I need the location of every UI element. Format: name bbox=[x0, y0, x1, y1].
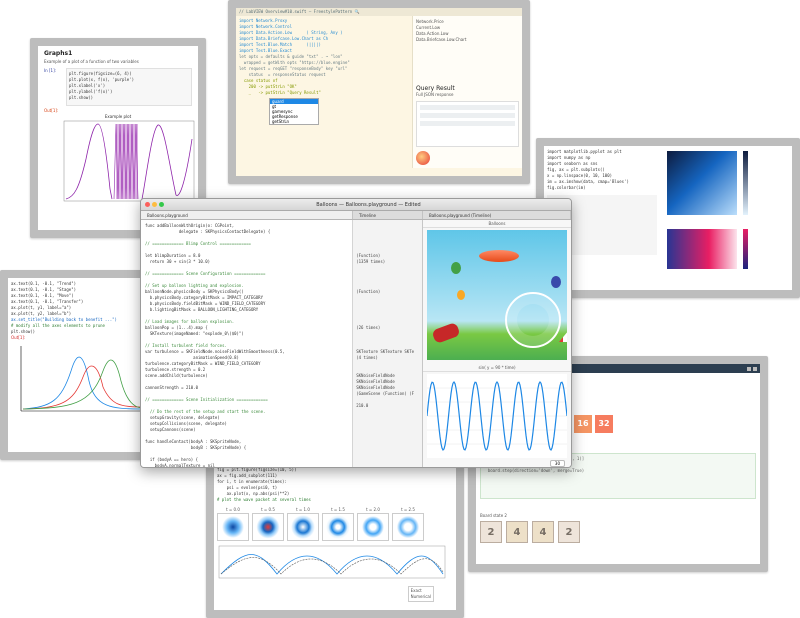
purple-plot bbox=[63, 120, 195, 202]
board-label: Board state 2 bbox=[480, 513, 507, 518]
query-result-subtitle: Full JSON response bbox=[416, 92, 454, 97]
tile: 2 bbox=[480, 521, 502, 543]
result-box bbox=[416, 101, 519, 147]
wave-panel bbox=[357, 513, 389, 541]
code-line: fig.colorbar(im) bbox=[547, 185, 586, 190]
result-line: 210.0 bbox=[356, 403, 369, 408]
code-line: # plot the wave packet at several times bbox=[217, 497, 311, 502]
balloon-icon bbox=[451, 262, 461, 274]
balloon-scene bbox=[427, 230, 567, 360]
code-area[interactable]: import Network.Proxy import Network.Cont… bbox=[236, 16, 412, 168]
tile: 2 bbox=[558, 521, 580, 543]
scene-title: Balloons bbox=[423, 220, 571, 228]
tile-row: 2 4 4 2 bbox=[480, 521, 760, 543]
autocomplete-popup[interactable]: guard gt gamesync getResponse getStrLn bbox=[269, 98, 319, 125]
tab-playground[interactable]: Balloons.playground bbox=[141, 211, 353, 219]
code-cell[interactable]: plt.figure(figsize=(6, 4)) plt.plot(x, f… bbox=[66, 68, 192, 106]
tab-bar: Balloons.playground Timeline Balloons.pl… bbox=[141, 211, 571, 220]
wave-panel bbox=[287, 513, 319, 541]
result-line: (GameScene (Function) (F bbox=[356, 391, 415, 396]
notebook-subtitle: Example of a plot of a function of two v… bbox=[44, 59, 139, 64]
tab-timeline[interactable]: Timeline bbox=[353, 211, 423, 219]
code-line: bodyA.normalTexture = nil bbox=[145, 463, 215, 468]
colorbar-blue bbox=[743, 151, 748, 215]
tile: 16 bbox=[574, 415, 592, 433]
heatmap-pink bbox=[667, 229, 737, 269]
zoom-button[interactable] bbox=[159, 202, 164, 207]
wave-panel bbox=[392, 513, 424, 541]
wave-panel bbox=[217, 513, 249, 541]
heatmap-window: import matplotlib.pyplot as plt import n… bbox=[536, 138, 800, 298]
code-line: _ -> putStrLn "Query Result" bbox=[239, 90, 321, 95]
window-titlebar: Balloons — Balloons.playground — Edited bbox=[141, 199, 571, 211]
xkcd-plot bbox=[20, 346, 146, 412]
close-button[interactable] bbox=[145, 202, 150, 207]
zoom-field[interactable]: 30 bbox=[549, 460, 565, 467]
window-button-icon[interactable] bbox=[753, 366, 757, 371]
blimp-icon bbox=[479, 250, 519, 262]
colorbar-pink bbox=[743, 229, 748, 269]
balloon-icon bbox=[551, 276, 561, 288]
side-item: Data.Briefcase.Low.Chart bbox=[416, 37, 467, 42]
tile: 32 bbox=[595, 415, 613, 433]
window-button-icon[interactable] bbox=[747, 366, 751, 371]
mascot-icon bbox=[416, 151, 430, 165]
wave-line-plot bbox=[218, 545, 446, 579]
minimize-button[interactable] bbox=[152, 202, 157, 207]
graph-title: sin( y = 90 * time) bbox=[423, 364, 571, 372]
wavepacket-window: fig = plt.figure(figsize=(10, 5)) ax = f… bbox=[206, 456, 464, 618]
tile: 4 bbox=[532, 521, 554, 543]
haskell-editor-window: // LabVIEW Overview#10.swift — Freestyle… bbox=[228, 0, 530, 184]
code-editor[interactable]: func addBalloonWithOrigin(o: CGPoint, de… bbox=[141, 220, 353, 468]
timeline-panel: Balloons sin( y = 90 * time) 30 bbox=[422, 220, 571, 467]
query-result-title: Query Result bbox=[416, 85, 455, 92]
xcode-playground-window: Balloons — Balloons.playground — Edited … bbox=[140, 198, 572, 468]
matplotlib-window: ax.text(0.1, -0.1, "Trend") ax.text(0.1,… bbox=[0, 270, 160, 460]
legend-item: Numerical bbox=[410, 594, 431, 599]
wave-panel bbox=[322, 513, 354, 541]
balloon-icon bbox=[457, 290, 465, 300]
window-title: Balloons — Balloons.playground — Edited bbox=[316, 201, 421, 208]
results-sidebar: (Function) (1359 times) (Function) (26 ti… bbox=[352, 220, 422, 467]
cannon-left-icon bbox=[431, 321, 461, 345]
tile: 4 bbox=[506, 521, 528, 543]
ferris-wheel-icon bbox=[505, 292, 561, 348]
editor-header: // LabVIEW Overview#10.swift — Freestyle… bbox=[236, 8, 522, 16]
heatmap-blue bbox=[667, 151, 737, 215]
cell-in-prompt: In [1]: bbox=[44, 68, 56, 73]
tab-timeline-assistant[interactable]: Balloons.playground (Timeline) bbox=[423, 211, 571, 219]
wave-panel bbox=[252, 513, 284, 541]
sine-graph bbox=[427, 374, 567, 458]
side-panel: Network.Price Current.Low Data.Action.Lo… bbox=[412, 16, 522, 168]
notebook-title: Graphs1 bbox=[44, 50, 73, 57]
